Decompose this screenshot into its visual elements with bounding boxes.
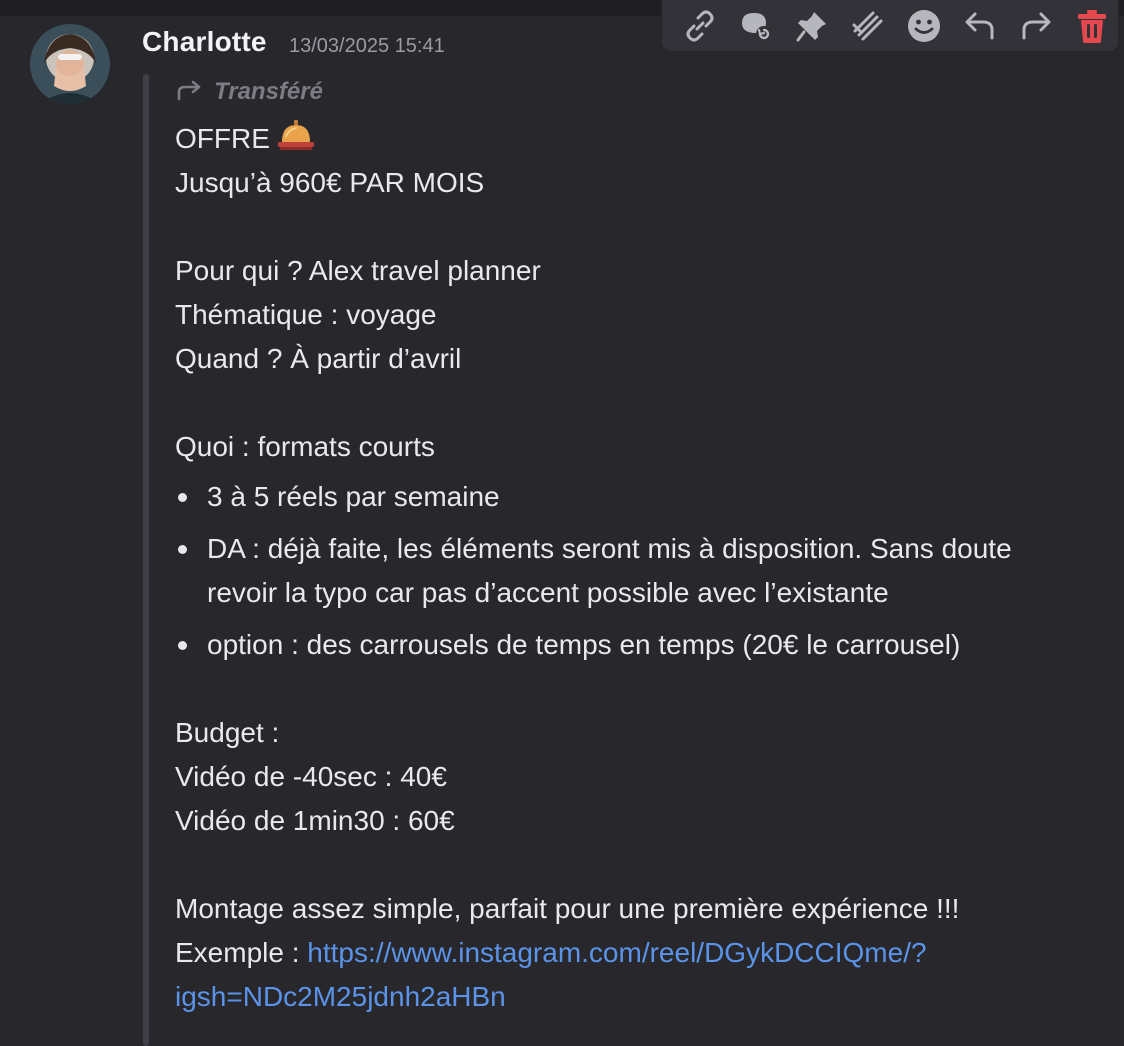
- avatar-image: [30, 24, 110, 104]
- list-item: 3 à 5 réels par semaine: [175, 475, 1095, 519]
- message-line: Thématique : voyage: [175, 299, 437, 330]
- message-content: OFFRE Jusqu’à 960€ PAR MOIS Pour qui ? A…: [175, 117, 1095, 1019]
- message-timestamp: 13/03/2025 15:41: [289, 35, 445, 57]
- message: Charlotte 13/03/2025 15:41 Transféré OFF…: [0, 0, 1124, 1046]
- message-actions-toolbar: [661, 0, 1119, 52]
- link-icon: [686, 10, 714, 41]
- reply-button[interactable]: [954, 4, 1006, 48]
- list-item: option : des carrousels de temps en temp…: [175, 623, 1095, 667]
- apps-button[interactable]: [842, 4, 894, 48]
- forward-icon: [1022, 12, 1051, 39]
- bullet-dot: [178, 493, 187, 502]
- pin-message-button[interactable]: [786, 4, 838, 48]
- message-line: Exemple : https://www.instagram.com/reel…: [175, 931, 1095, 975]
- forwarded-indicator: Transféré: [176, 76, 323, 108]
- bullet-dot: [178, 545, 187, 554]
- list-item-text: revoir la typo car pas d’accent possible…: [207, 577, 889, 608]
- add-reaction-button[interactable]: [898, 4, 950, 48]
- emoji-icon: [908, 9, 940, 42]
- thread-icon: [742, 12, 772, 42]
- bullet-dot: [178, 641, 187, 650]
- message-line: igsh=NDc2M25jdnh2aHBn: [175, 975, 1095, 1019]
- forward-stack-icon: [852, 11, 883, 40]
- delete-message-button[interactable]: [1066, 4, 1118, 48]
- message-line: Vidéo de 1min30 : 60€: [175, 805, 455, 836]
- message-line: Quand ? À partir d’avril: [175, 343, 462, 374]
- forwarded-quote-bar: [143, 74, 149, 1046]
- message-line: Pour qui ? Alex travel planner: [175, 255, 541, 286]
- delete-icon: [1078, 9, 1106, 43]
- bellhop-bell-icon: [276, 118, 316, 165]
- author-name[interactable]: Charlotte: [142, 26, 267, 58]
- bullet-list: 3 à 5 réels par semaine DA : déjà faite,…: [175, 475, 1095, 667]
- list-item-text: option : des carrousels de temps en temp…: [207, 629, 961, 660]
- copy-link-button[interactable]: [674, 4, 726, 48]
- forward-button[interactable]: [1010, 4, 1062, 48]
- forward-arrow-icon: [176, 79, 204, 106]
- list-item-text: DA : déjà faite, les éléments seront mis…: [207, 533, 1012, 564]
- pin-icon: [796, 11, 826, 41]
- message-line: Vidéo de -40sec : 40€: [175, 761, 447, 792]
- message-text: OFFRE: [175, 123, 270, 154]
- create-thread-button[interactable]: [730, 4, 782, 48]
- list-item-text: 3 à 5 réels par semaine: [207, 481, 500, 512]
- message-line: Quoi : formats courts: [175, 431, 435, 462]
- list-item: DA : déjà faite, les éléments seront mis…: [175, 527, 1095, 615]
- instagram-link-continued[interactable]: igsh=NDc2M25jdnh2aHBn: [175, 981, 506, 1012]
- reply-icon: [965, 12, 994, 39]
- message-line: OFFRE: [175, 117, 1095, 161]
- message-line: Montage assez simple, parfait pour une p…: [175, 893, 960, 924]
- message-line: Jusqu’à 960€ PAR MOIS: [175, 167, 485, 198]
- instagram-link[interactable]: https://www.instagram.com/reel/DGykDCCIQ…: [307, 937, 926, 968]
- forwarded-label: Transféré: [214, 78, 323, 105]
- message-line: Budget :: [175, 717, 280, 748]
- avatar[interactable]: [30, 24, 110, 104]
- message-text: Exemple :: [175, 937, 308, 968]
